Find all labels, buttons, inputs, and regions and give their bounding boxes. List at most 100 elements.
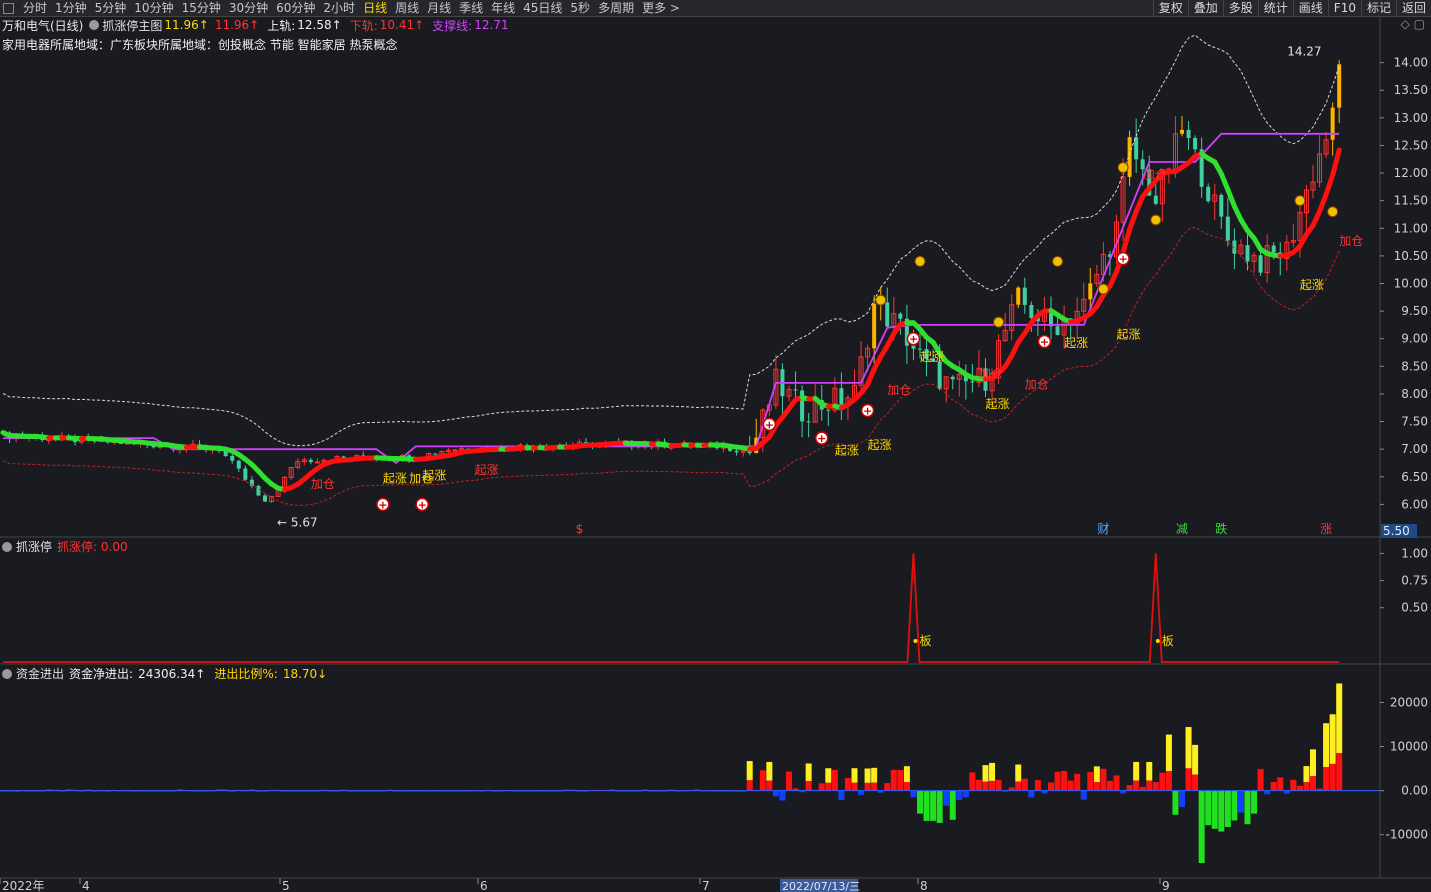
flow-bar [1054, 771, 1061, 791]
flow-bar-top [1133, 761, 1140, 781]
p3-ytick-label-2: 0.00 [1401, 784, 1428, 798]
flow-bar [1237, 790, 1244, 813]
main-ytick-label-12: 8.00 [1401, 387, 1428, 401]
flow-bar [1231, 790, 1238, 821]
annotation-10: 起涨 [1064, 335, 1088, 350]
candle-body [314, 461, 320, 464]
flow-bar-top [903, 766, 910, 783]
bottom-marker-0: $ [576, 522, 584, 536]
money-bag-icon [914, 255, 926, 267]
flow-bar [1152, 782, 1159, 791]
p3-ytick-label-0: 20000 [1390, 695, 1428, 709]
flow-bar [1218, 790, 1225, 832]
flow-bar [1336, 753, 1343, 791]
flow-bar [1021, 778, 1028, 791]
flow-bar [831, 769, 838, 791]
candle-body [793, 389, 798, 391]
chart-svg[interactable]: 14.00 13.50 13.00 12.50 12.00 11.50 11.00 10.50… [0, 0, 1431, 892]
main-ytick-label-3: 12.50 [1394, 138, 1428, 152]
p2-line [3, 553, 1340, 663]
flow-bar-top [1165, 734, 1172, 772]
candle-body [885, 302, 890, 327]
flow-bar-top [864, 768, 871, 783]
flow-bar [903, 782, 910, 791]
flow-bar-top [1015, 764, 1022, 782]
spike-label-0: 板 [919, 634, 931, 648]
money-bag-icon [1117, 162, 1129, 174]
flow-bar [975, 779, 982, 791]
trend-segment [1317, 191, 1329, 214]
flow-bar [766, 780, 773, 791]
flow-bar [858, 790, 865, 795]
candle-body [1337, 64, 1342, 108]
trend-segment [1323, 172, 1336, 197]
candle-body [1016, 287, 1021, 305]
flow-bar-top [851, 768, 858, 783]
xtick-label-2: 5 [282, 879, 290, 892]
money-bag-icon [1327, 206, 1339, 218]
plus-circle-icon-glyph: + [1118, 253, 1127, 266]
money-bag-icon [1052, 255, 1064, 267]
flow-bar [1192, 774, 1199, 791]
flow-bar-top [1329, 714, 1336, 764]
xtick-label-4: 7 [702, 879, 710, 892]
flow-bar [1087, 771, 1094, 791]
flow-bar [772, 790, 779, 797]
flow-bar [1113, 775, 1120, 791]
candle-body [839, 388, 844, 405]
flow-bar [1270, 782, 1277, 791]
flow-bar [779, 790, 786, 801]
plus-circle-icon-glyph: + [765, 418, 774, 431]
flow-bar [1257, 769, 1264, 791]
candle-body [1088, 283, 1093, 300]
flow-bar [969, 772, 976, 791]
candle-body [1219, 194, 1224, 217]
candle-body [308, 459, 313, 463]
flow-bar [1172, 790, 1179, 815]
flow-bar-top [1336, 683, 1343, 754]
flow-bar [1224, 790, 1231, 827]
flow-bar [1277, 777, 1284, 791]
flow-bar [1106, 780, 1113, 791]
flow-bar [1028, 790, 1035, 798]
flow-bar-top [805, 763, 812, 782]
flow-bar-top [871, 767, 878, 783]
flow-bar [1074, 773, 1081, 791]
flow-bar [949, 790, 956, 820]
flow-bar [1165, 771, 1172, 791]
annotation-15: 起涨 [1300, 277, 1324, 292]
candle-body [1186, 129, 1191, 139]
flow-bar [1290, 779, 1297, 791]
annotation-9: 起涨 [986, 396, 1010, 411]
candle-body [826, 409, 831, 411]
flow-bar [1067, 780, 1074, 791]
xtick-label-6: 9 [1162, 879, 1170, 892]
flow-bar-top [746, 761, 753, 781]
annotation-6: 起涨 [868, 437, 892, 452]
main-ytick-label-6: 11.00 [1394, 221, 1428, 235]
flow-bar [1264, 790, 1271, 795]
low-price-label: ← 5.67 [277, 516, 318, 530]
main-ytick-label-2: 13.00 [1394, 111, 1428, 125]
flow-bar [1310, 776, 1316, 791]
main-ytick-label-11: 8.50 [1401, 359, 1428, 373]
xtick-label-0: 2022年 [2, 879, 45, 892]
flow-bar [982, 781, 989, 791]
flow-bar [1251, 790, 1258, 814]
high-price-label: 14.27 [1287, 45, 1321, 59]
candle-body [1127, 137, 1132, 177]
flow-bar [897, 770, 904, 791]
main-ytick-label-8: 10.00 [1394, 277, 1428, 291]
flow-bar-top [1303, 766, 1310, 783]
flow-bar [995, 779, 1002, 791]
plus-circle-icon-glyph: + [418, 498, 427, 511]
xtick-label-1: 4 [82, 879, 90, 892]
flow-bar [1126, 785, 1133, 791]
flow-bar [844, 778, 851, 791]
annotation-0: 起涨 [383, 470, 407, 485]
flow-bar [936, 790, 943, 823]
bottom-marker-3: 跌 [1215, 521, 1227, 536]
flow-bar [1080, 790, 1087, 800]
main-ytick-label-7: 10.50 [1394, 249, 1428, 263]
flow-bar [1185, 768, 1192, 791]
